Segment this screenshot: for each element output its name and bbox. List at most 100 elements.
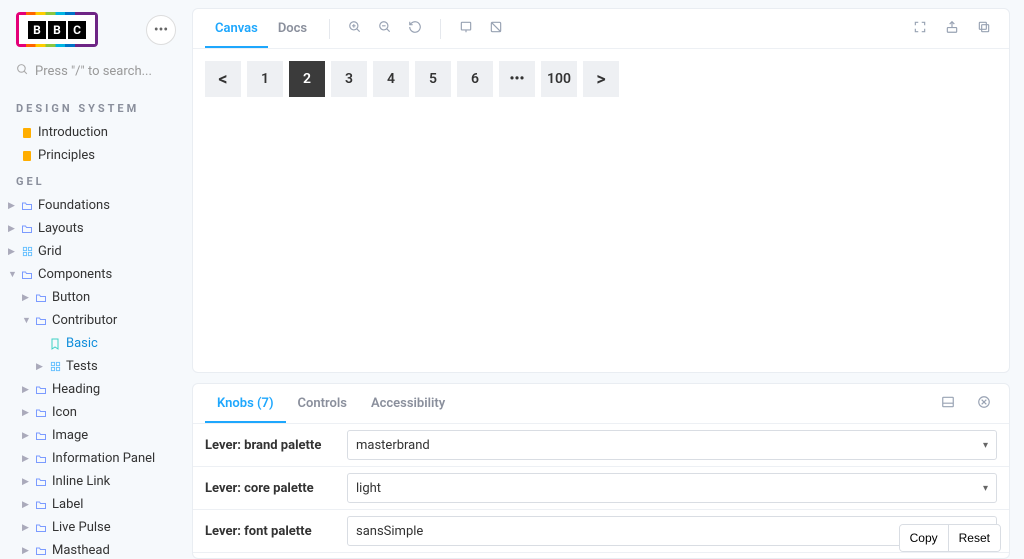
sidebar-item[interactable]: ▶Layouts (0, 217, 192, 240)
pager-page-button[interactable]: 5 (415, 61, 451, 97)
book-icon (48, 338, 62, 350)
bbc-logo[interactable]: B B C (16, 12, 98, 47)
sidebar-item[interactable]: ▶ Inline Link (0, 470, 192, 493)
chevron-right-icon: ▶ (22, 523, 30, 533)
panel-position-button[interactable] (935, 391, 961, 417)
sidebar-item[interactable]: ▶ Heading (0, 378, 192, 401)
sidebar-item-label: Icon (52, 405, 77, 420)
close-icon (977, 395, 991, 413)
pager-prev-button[interactable]: < (205, 61, 241, 97)
copy-knobs-button[interactable]: Copy (900, 525, 948, 551)
reset-zoom-button[interactable] (402, 16, 428, 42)
sidebar-item[interactable]: ▶Principles (0, 144, 192, 167)
chevron-right-icon: ▶ (8, 247, 16, 257)
folder-icon (34, 454, 48, 464)
pager-page-button[interactable]: 3 (331, 61, 367, 97)
tab-docs[interactable]: Docs (268, 11, 317, 47)
addon-tab[interactable]: Accessibility (359, 386, 457, 422)
sidebar: B B C ••• Press "/" to search... DESIGN … (0, 0, 192, 559)
viewport-icon (459, 20, 473, 38)
folder-icon (34, 385, 48, 395)
sidebar-item-label: Heading (52, 382, 100, 397)
knob-row: Lever: brand palette masterbrand (193, 424, 1009, 467)
tab-canvas[interactable]: Canvas (205, 11, 268, 48)
sidebar-item-label: Foundations (38, 198, 110, 213)
logo-letter: C (68, 21, 86, 39)
chevron-right-icon: ▶ (22, 477, 30, 487)
search-input[interactable]: Press "/" to search... (16, 63, 176, 80)
copy-icon (977, 20, 991, 38)
zoom-out-button[interactable] (372, 16, 398, 42)
chevron-right-icon: ▶ (36, 362, 44, 372)
sidebar-item[interactable]: ▶Button (0, 286, 192, 309)
external-icon (945, 20, 959, 38)
fullscreen-button[interactable] (907, 16, 933, 42)
fullscreen-icon (913, 20, 927, 38)
sidebar-item[interactable]: ▶ Grid (0, 240, 192, 263)
pager-next-button[interactable]: > (583, 61, 619, 97)
chevron-right-icon: ▶ (22, 385, 30, 395)
doc-icon (20, 127, 34, 139)
sidebar-item-label: Inline Link (52, 474, 110, 489)
knob-label: Lever: brand palette (205, 438, 335, 453)
sidebar-item[interactable]: ▶ Foundations (0, 194, 192, 217)
theme-icon (489, 20, 503, 38)
sidebar-item-label: Information Panel (52, 451, 155, 466)
knob-row: Lever: core palette light (193, 467, 1009, 510)
sidebar-item[interactable]: ▼Contributor (0, 309, 192, 332)
knob-label: Lever: core palette (205, 481, 335, 496)
pagination: <123456•••100> (205, 61, 997, 97)
sidebar-item-label: Image (52, 428, 88, 443)
sidebar-item[interactable]: ▶Live Pulse (0, 516, 192, 539)
sidebar-item[interactable]: ▶Masthead (0, 539, 192, 559)
knob-label: Lever: font palette (205, 524, 335, 539)
canvas-toolbar: CanvasDocs (193, 9, 1009, 49)
logo-letter: B (28, 21, 46, 39)
chevron-right-icon: ▶ (8, 201, 16, 211)
sidebar-item-label: Label (52, 497, 83, 512)
folder-icon (20, 201, 34, 211)
folder-icon (20, 270, 34, 280)
chevron-down-icon: ▼ (22, 315, 30, 326)
sidebar-item[interactable]: ▶Image (0, 424, 192, 447)
sidebar-item[interactable]: ▶Information Panel (0, 447, 192, 470)
copy-button[interactable] (971, 16, 997, 42)
viewport-button[interactable] (453, 16, 479, 42)
sidebar-item[interactable]: ▶Introduction (0, 121, 192, 144)
section-heading: DESIGN SYSTEM (0, 94, 192, 121)
pager-page-button[interactable]: 4 (373, 61, 409, 97)
theme-button[interactable] (483, 16, 509, 42)
sidebar-item[interactable]: ▶Basic (0, 332, 192, 355)
knob-select[interactable]: light (347, 473, 997, 503)
main: CanvasDocs <123456•••100> Knobs (7)Contr… (192, 0, 1024, 559)
sidebar-item-label: Tests (66, 359, 98, 374)
zoom-in-button[interactable] (342, 16, 368, 42)
addon-tab[interactable]: Controls (286, 386, 359, 422)
sidebar-item-label: Grid (38, 244, 62, 259)
chevron-down-icon: ▼ (8, 269, 16, 280)
open-external-button[interactable] (939, 16, 965, 42)
pager-page-button[interactable]: 100 (541, 61, 577, 97)
folder-icon (34, 408, 48, 418)
ellipsis-menu-button[interactable]: ••• (146, 15, 176, 45)
chevron-right-icon: ▶ (8, 224, 16, 234)
sidebar-item[interactable]: ▶ Tests (0, 355, 192, 378)
toolbar-divider (329, 19, 330, 39)
chevron-right-icon: ▶ (22, 500, 30, 510)
reset-knobs-button[interactable]: Reset (948, 525, 1000, 551)
sidebar-item[interactable]: ▶ Label (0, 493, 192, 516)
sidebar-item[interactable]: ▶Icon (0, 401, 192, 424)
sidebar-item[interactable]: ▼Components (0, 263, 192, 286)
doc-icon (20, 150, 34, 162)
pager-page-button[interactable]: 6 (457, 61, 493, 97)
close-panel-button[interactable] (971, 391, 997, 417)
pager-page-button[interactable]: 2 (289, 61, 325, 97)
pager-ellipsis: ••• (499, 61, 535, 97)
canvas-panel: CanvasDocs <123456•••100> (192, 8, 1010, 373)
folder-icon (34, 500, 48, 510)
pager-page-button[interactable]: 1 (247, 61, 283, 97)
knob-select[interactable]: masterbrand (347, 430, 997, 460)
addon-tab[interactable]: Knobs (7) (205, 386, 286, 423)
folder-icon (20, 224, 34, 234)
chevron-right-icon: ▶ (22, 546, 30, 556)
